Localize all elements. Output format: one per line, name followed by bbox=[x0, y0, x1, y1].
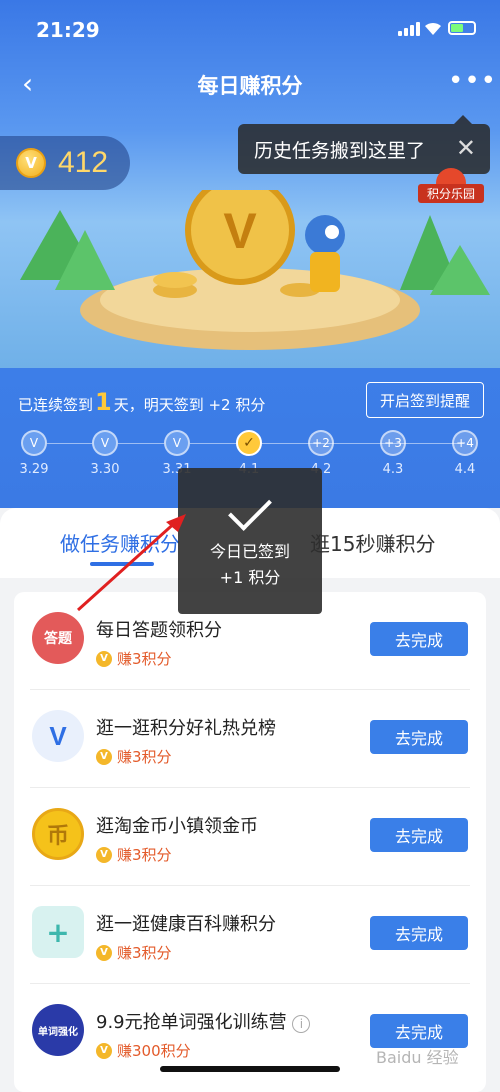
checked-day-icon: V bbox=[21, 430, 47, 456]
go-complete-button[interactable]: 去完成 bbox=[370, 622, 468, 656]
coin-icon: V bbox=[96, 944, 112, 961]
vocab-camp-icon: 单词强化 bbox=[32, 1004, 84, 1056]
streak-days: 1 bbox=[95, 388, 112, 416]
reward-text: 赚3积分 bbox=[117, 748, 172, 766]
bonus-badge: +2 bbox=[308, 430, 334, 456]
go-complete-button[interactable]: 去完成 bbox=[370, 818, 468, 852]
toast-line1: 今日已签到 bbox=[209, 542, 290, 561]
task-name: 每日答题领积分 bbox=[96, 620, 222, 641]
task-reward: V 赚300积分 bbox=[96, 1040, 191, 1061]
task-reward: V 赚3积分 bbox=[96, 942, 172, 963]
day-label: 3.30 bbox=[90, 462, 120, 477]
points-balance[interactable]: V 412 bbox=[0, 136, 130, 190]
day-label: 4.4 bbox=[454, 462, 476, 477]
tip-text: 历史任务搬到这里了 bbox=[254, 139, 426, 162]
task-reward: V 赚3积分 bbox=[96, 844, 172, 865]
hero-banner: 21:29 ‹ 每日赚积分 ••• V V 412 历史任务搬到这里了 ✕ 积分… bbox=[0, 0, 500, 370]
status-time: 21:29 bbox=[36, 18, 100, 42]
checkin-success-toast: 今日已签到 +1 积分 bbox=[178, 468, 322, 614]
history-tip-tooltip: 历史任务搬到这里了 ✕ bbox=[238, 115, 490, 174]
checked-day-icon: V bbox=[92, 430, 118, 456]
task-list: 答题 每日答题领积分 V 赚3积分 去完成 V 逛一逛积分好礼热兑榜 V 赚3积分 … bbox=[14, 592, 486, 1092]
bonus-badge: +3 bbox=[380, 430, 406, 456]
reward-text: 赚3积分 bbox=[117, 650, 172, 668]
task-reward: V 赚3积分 bbox=[96, 648, 172, 669]
streak-prefix: 已连续签到 bbox=[18, 396, 94, 414]
signal-icon bbox=[398, 22, 420, 36]
coin-icon: V bbox=[16, 148, 46, 178]
v-mascot-icon: V bbox=[32, 710, 84, 762]
task-name-text: 9.9元抢单词强化训练营 bbox=[96, 1012, 287, 1033]
gold-coin-icon: 币 bbox=[32, 808, 84, 860]
more-icon[interactable]: ••• bbox=[448, 66, 497, 96]
list-item: V 逛一逛积分好礼热兑榜 V 赚3积分 去完成 bbox=[14, 690, 486, 788]
park-label: 积分乐园 bbox=[418, 184, 484, 203]
reward-text: 赚3积分 bbox=[117, 846, 172, 864]
health-box-icon: + bbox=[32, 906, 84, 958]
task-name: 逛一逛积分好礼热兑榜 bbox=[96, 718, 276, 739]
toast-line2: +1 积分 bbox=[219, 568, 281, 587]
list-item: 币 逛淘金币小镇领金币 V 赚3积分 去完成 bbox=[14, 788, 486, 886]
checked-day-icon: V bbox=[164, 430, 190, 456]
info-icon[interactable]: i bbox=[292, 1015, 311, 1033]
go-complete-button[interactable]: 去完成 bbox=[370, 916, 468, 950]
points-value: 412 bbox=[58, 146, 109, 179]
annotation-arrow-icon bbox=[76, 514, 186, 612]
checkin-day: V 3.29 bbox=[9, 430, 59, 477]
home-indicator[interactable] bbox=[160, 1066, 340, 1072]
check-icon: ✓ bbox=[236, 430, 262, 456]
task-reward: V 赚3积分 bbox=[96, 746, 172, 767]
tab-browse-15s[interactable]: 逛15秒赚积分 bbox=[310, 528, 435, 557]
coin-icon: V bbox=[96, 650, 112, 667]
coin-icon: V bbox=[96, 1042, 112, 1059]
check-icon bbox=[228, 487, 272, 531]
reward-text: 赚3积分 bbox=[117, 944, 172, 962]
go-complete-button[interactable]: 去完成 bbox=[370, 1014, 468, 1048]
hero-illustration: V bbox=[20, 190, 490, 350]
status-bar: 21:29 bbox=[0, 0, 500, 58]
nav-bar: ‹ 每日赚积分 ••• bbox=[0, 58, 500, 110]
battery-icon bbox=[448, 21, 476, 35]
checkin-day: V 3.30 bbox=[80, 430, 130, 477]
coin-icon: V bbox=[96, 846, 112, 863]
day-label: 3.29 bbox=[19, 462, 49, 477]
watermark: Baidu 经验 bbox=[376, 1048, 459, 1067]
task-name: 9.9元抢单词强化训练营 i bbox=[96, 1008, 311, 1034]
reward-text: 赚300积分 bbox=[117, 1042, 191, 1060]
task-name: 逛淘金币小镇领金币 bbox=[96, 816, 258, 837]
go-complete-button[interactable]: 去完成 bbox=[370, 720, 468, 754]
streak-suffix: 天，明天签到 +2 积分 bbox=[113, 396, 266, 414]
streak-text: 已连续签到1 天，明天签到 +2 积分 bbox=[18, 388, 265, 416]
enable-reminder-button[interactable]: 开启签到提醒 bbox=[366, 382, 484, 418]
wifi-icon bbox=[425, 22, 441, 35]
close-icon[interactable]: ✕ bbox=[456, 134, 476, 162]
checkin-day: +3 4.3 bbox=[368, 430, 418, 477]
list-item: + 逛一逛健康百科赚积分 V 赚3积分 去完成 bbox=[14, 886, 486, 984]
svg-text:V: V bbox=[223, 203, 257, 259]
quiz-icon: 答题 bbox=[32, 612, 84, 664]
coin-icon: V bbox=[96, 748, 112, 765]
checkin-day: +4 4.4 bbox=[440, 430, 490, 477]
task-name: 逛一逛健康百科赚积分 bbox=[96, 914, 276, 935]
points-park-link[interactable]: 积分乐园 bbox=[418, 168, 486, 203]
page-title: 每日赚积分 bbox=[197, 74, 303, 98]
bonus-badge: +4 bbox=[452, 430, 478, 456]
day-label: 4.3 bbox=[382, 462, 404, 477]
